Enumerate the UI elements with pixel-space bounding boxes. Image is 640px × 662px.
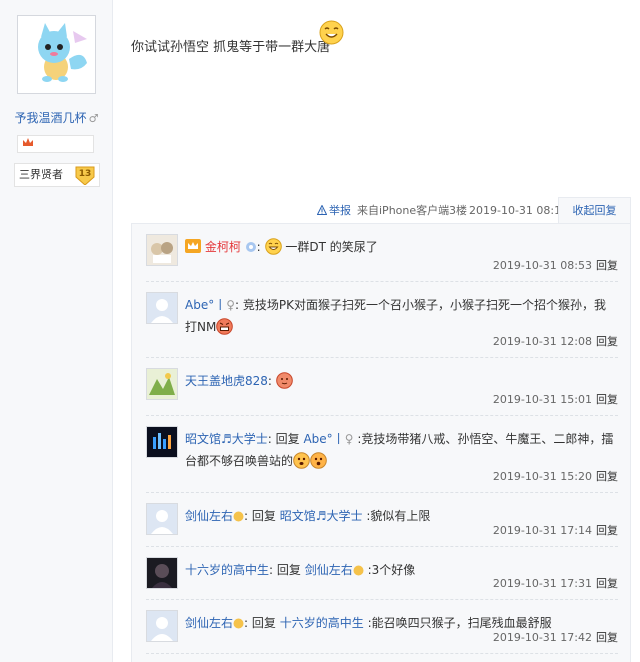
reply-time: 2019-10-31 08:53 <box>492 259 592 272</box>
fan-badge[interactable] <box>17 135 94 153</box>
reply-item: 金柯柯 : 一群DT 的笑尿了 2019-10-31 08:53 回复 <box>146 224 618 282</box>
reply-username[interactable]: 金柯柯 <box>205 240 241 254</box>
reply-item: 天王盖地虎828: 2019-10-31 15:01 回复 <box>146 358 618 416</box>
reply-avatar[interactable] <box>146 234 178 266</box>
reply-item: 昭文馆♬大学士: 回复 Abe°丨♀ :竞技场带猪八戒、孙悟空、牛魔王、二郎神，… <box>146 416 618 493</box>
reply-button[interactable]: 回复 <box>596 470 618 483</box>
post-content: 你试试孙悟空 抓鬼等于带一群大唐 <box>131 40 331 55</box>
reply-time: 2019-10-31 17:31 <box>492 577 592 590</box>
reply-list: 金柯柯 : 一群DT 的笑尿了 2019-10-31 08:53 回复 Abe°丨… <box>131 223 631 662</box>
reply-text: 一群DT 的笑尿了 <box>285 240 378 254</box>
reply-item: 剑仙左右: 回复 昭文馆♬大学士 :貌似有上限 2019-10-31 17:14… <box>146 493 618 547</box>
member-badge-icon <box>245 242 256 252</box>
reply-text: :貌似有上限 <box>366 509 431 523</box>
smile-emoji-icon <box>319 20 344 45</box>
level-box[interactable]: 三界贤者 13 <box>14 163 100 187</box>
reply-item: 剑仙左右: 回复 十六岁的高中生 :能召唤四只猴子，扫尾残血最舒服 2019-1… <box>146 600 618 654</box>
shock-emoji-icon <box>310 452 327 469</box>
reply-button[interactable]: 回复 <box>596 393 618 406</box>
reply-username[interactable]: 天王盖地虎828 <box>185 374 268 388</box>
female-symbol-icon: ♀ <box>344 432 354 446</box>
angry-emoji-icon <box>216 318 234 335</box>
reply-body: 昭文馆♬大学士: 回复 Abe°丨♀ :竞技场带猪八戒、孙悟空、牛魔王、二郎神，… <box>185 432 614 469</box>
member-badge-icon <box>233 618 244 629</box>
reply-meta: 2019-10-31 15:20 回复 <box>493 468 618 484</box>
reply-time: 2019-10-31 17:14 <box>492 524 592 537</box>
reply-prefix: 回复 <box>276 563 301 577</box>
reply-time: 2019-10-31 15:01 <box>492 393 592 406</box>
reply-username[interactable]: 十六岁的高中生 <box>185 563 269 577</box>
reply-prefix: 回复 <box>251 616 276 630</box>
sweat-emoji-icon <box>293 452 310 469</box>
collapse-replies-button[interactable]: 收起回复 <box>558 197 631 224</box>
male-symbol-icon: ♂ <box>88 112 99 125</box>
red-face-emoji-icon <box>275 372 293 389</box>
female-symbol-icon: ♀ <box>226 298 236 312</box>
reply-target-user[interactable]: Abe°丨 <box>303 432 344 446</box>
reply-username[interactable]: 剑仙左右 <box>185 616 233 630</box>
user-panel: 予我温酒几杯 ♂ 三界贤者 13 <box>0 0 113 662</box>
reply-meta: 2019-10-31 08:53 回复 <box>493 257 618 273</box>
reply-target-user[interactable]: 十六岁的高中生 <box>280 616 364 630</box>
reply-meta: 2019-10-31 17:31 回复 <box>493 575 618 591</box>
reply-avatar[interactable] <box>146 557 178 589</box>
crown-badge-icon <box>23 138 33 146</box>
warning-icon <box>317 205 327 215</box>
vip-crown-icon <box>185 239 201 253</box>
reply-text: 竞技场PK对面猴子扫死一个召小猴子，小猴子扫死一个招个猴孙，我打NM <box>185 298 606 334</box>
report-link[interactable]: 举报 <box>317 203 351 219</box>
reply-button[interactable]: 回复 <box>596 259 618 272</box>
reply-avatar[interactable] <box>146 292 178 324</box>
reply-body: 金柯柯 : 一群DT 的笑尿了 <box>185 236 615 258</box>
username-text[interactable]: 予我温酒几杯 <box>15 111 87 125</box>
reply-meta: 2019-10-31 17:42 回复 <box>493 629 618 645</box>
reply-item: 十六岁的高中生: 回复 剑仙左右 :3个好像 2019-10-31 17:31 回… <box>146 547 618 600</box>
reply-avatar[interactable] <box>146 368 178 400</box>
member-badge-icon <box>353 565 364 576</box>
reply-time: 2019-10-31 15:20 <box>492 470 592 483</box>
reply-prefix: 回复 <box>251 509 276 523</box>
reply-target-user[interactable]: 昭文馆♬大学士 <box>280 509 363 523</box>
reply-meta: 2019-10-31 17:14 回复 <box>493 522 618 538</box>
reply-target-user[interactable]: 剑仙左右 <box>305 563 353 577</box>
post-time: 2019-10-31 08:10 <box>469 204 569 217</box>
reply-text: :能召唤四只猴子，扫尾残血最舒服 <box>367 616 552 630</box>
level-badge: 13 <box>74 165 96 185</box>
reply-prefix: 回复 <box>275 432 300 446</box>
reply-body: 天王盖地虎828: <box>185 370 615 392</box>
report-label[interactable]: 举报 <box>329 204 351 217</box>
reply-username[interactable]: 昭文馆♬大学士 <box>185 432 268 446</box>
reply-time: 2019-10-31 12:08 <box>492 335 592 348</box>
reply-avatar[interactable] <box>146 503 178 535</box>
reply-item: Abe°丨♀: 竞技场PK对面猴子扫死一个召小猴子，小猴子扫死一个招个猴孙，我打… <box>146 282 618 358</box>
reply-button[interactable]: 回复 <box>596 335 618 348</box>
reply-username[interactable]: Abe°丨 <box>185 298 226 312</box>
level-number: 13 <box>78 169 92 179</box>
reply-meta: 2019-10-31 12:08 回复 <box>493 333 618 349</box>
post-floor: 3楼 <box>449 204 467 217</box>
reply-avatar[interactable] <box>146 426 178 458</box>
reply-time: 2019-10-31 17:42 <box>492 631 592 644</box>
level-title: 三界贤者 <box>19 168 63 181</box>
reply-body: Abe°丨♀: 竞技场PK对面猴子扫死一个召小猴子，小猴子扫死一个招个猴孙，我打… <box>185 298 606 335</box>
reply-button[interactable]: 回复 <box>596 631 618 644</box>
reply-button[interactable]: 回复 <box>596 524 618 537</box>
reply-username[interactable]: 剑仙左右 <box>185 509 233 523</box>
username[interactable]: 予我温酒几杯 ♂ <box>0 109 113 126</box>
reply-button[interactable]: 回复 <box>596 577 618 590</box>
user-avatar[interactable] <box>17 15 96 94</box>
laugh-emoji-icon <box>264 238 282 255</box>
reply-text: :3个好像 <box>367 563 416 577</box>
reply-meta: 2019-10-31 15:01 回复 <box>493 391 618 407</box>
reply-avatar[interactable] <box>146 610 178 642</box>
post-source: 来自iPhone客户端 <box>357 204 450 217</box>
member-badge-icon <box>233 511 244 522</box>
